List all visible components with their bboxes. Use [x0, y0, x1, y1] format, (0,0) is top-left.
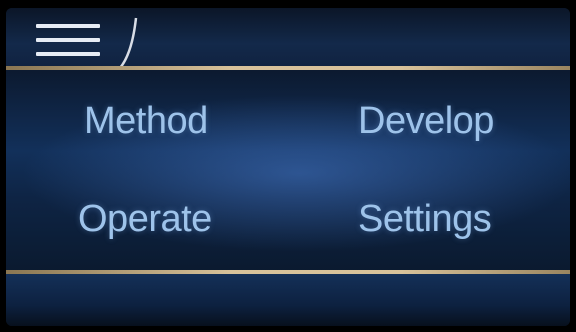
touch-screen: Method Develop Operate Settings — [6, 8, 570, 326]
develop-button[interactable]: Develop — [358, 100, 494, 143]
menu-line — [36, 24, 100, 28]
method-button[interactable]: Method — [84, 100, 208, 143]
settings-button[interactable]: Settings — [358, 198, 492, 241]
tab-divider-curve — [119, 17, 138, 69]
header-bar — [6, 8, 570, 69]
hamburger-menu-icon[interactable] — [36, 22, 100, 60]
footer-bar — [6, 274, 570, 326]
menu-line — [36, 52, 100, 56]
menu-line — [36, 38, 100, 42]
top-divider — [6, 66, 570, 70]
operate-button[interactable]: Operate — [78, 198, 212, 241]
